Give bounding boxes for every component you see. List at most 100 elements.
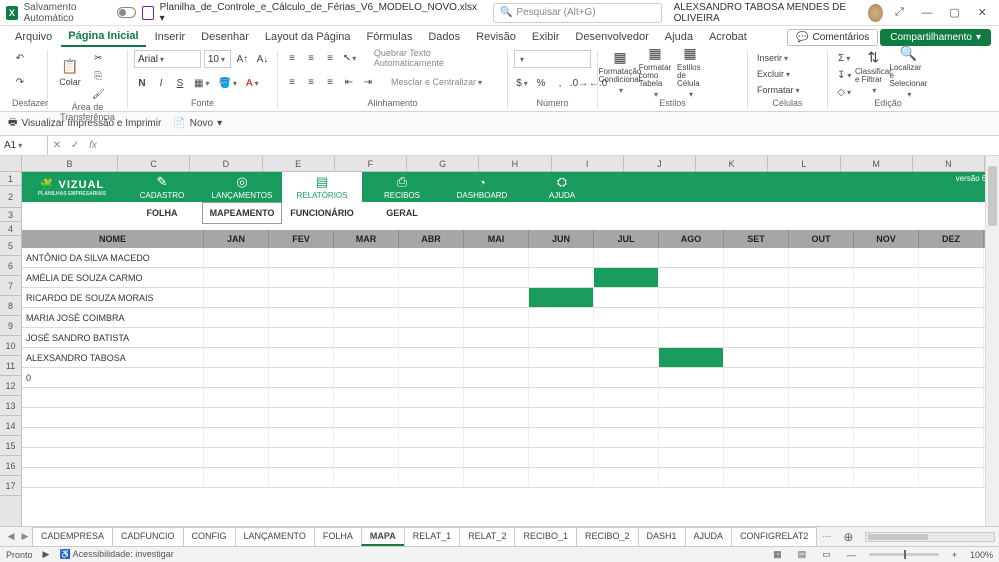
tab-desenvolvedor[interactable]: Desenvolvedor xyxy=(568,28,655,46)
col-header-H[interactable]: H xyxy=(479,156,551,171)
col-header-G[interactable]: G xyxy=(407,156,479,171)
cell-ago[interactable] xyxy=(659,248,724,267)
align-right-button[interactable]: ≡ xyxy=(322,74,338,90)
cell-jun[interactable] xyxy=(529,288,594,307)
bold-button[interactable]: N xyxy=(134,75,150,91)
align-middle-button[interactable]: ≡ xyxy=(303,50,319,66)
cell-set[interactable] xyxy=(724,288,789,307)
cell-jul[interactable] xyxy=(594,328,659,347)
conditional-format-button[interactable]: ▦Formatação Condicional xyxy=(604,50,636,94)
font-color-button[interactable]: A xyxy=(243,75,262,91)
row-header-14[interactable]: 14 xyxy=(0,416,21,436)
view-page-icon[interactable]: ▤ xyxy=(795,549,810,560)
cell-jan[interactable] xyxy=(204,348,269,367)
cell-mar[interactable] xyxy=(334,268,399,287)
cell-out[interactable] xyxy=(789,368,854,387)
zoom-level[interactable]: 100% xyxy=(970,550,993,560)
cell-jun[interactable] xyxy=(529,248,594,267)
row-header-11[interactable]: 11 xyxy=(0,356,21,376)
status-accessibility[interactable]: ♿ Acessibilidade: investigar xyxy=(59,549,173,560)
view-normal-icon[interactable]: ▦ xyxy=(770,549,785,560)
sheet-nav-next[interactable]: ▶ xyxy=(18,531,32,542)
sheet-tab-recibo_1[interactable]: RECIBO_1 xyxy=(514,527,577,546)
cell-mar[interactable] xyxy=(334,368,399,387)
comments-button[interactable]: 💬 Comentários xyxy=(787,29,878,46)
cell-out[interactable] xyxy=(789,308,854,327)
col-header-F[interactable]: F xyxy=(335,156,407,171)
cell-mai[interactable] xyxy=(464,328,529,347)
cell-abr[interactable] xyxy=(399,368,464,387)
cell-fev[interactable] xyxy=(269,368,334,387)
cell-fev[interactable] xyxy=(269,328,334,347)
cell-nov[interactable] xyxy=(854,248,919,267)
copy-button[interactable]: ⎘ xyxy=(89,68,108,84)
cell-dez[interactable] xyxy=(919,288,984,307)
cell-dez[interactable] xyxy=(919,308,984,327)
row-header-8[interactable]: 8 xyxy=(0,296,21,316)
subnav-folha[interactable]: FOLHA xyxy=(122,202,202,224)
inc-decimal-button[interactable]: .0→ xyxy=(571,75,587,91)
underline-button[interactable]: S xyxy=(172,75,188,91)
tab-arquivo[interactable]: Arquivo xyxy=(8,28,59,46)
autosave-toggle[interactable] xyxy=(117,7,136,18)
nav-cadastro[interactable]: ✎CADASTRO xyxy=(122,172,202,202)
zoom-out-button[interactable]: — xyxy=(844,550,859,560)
select-all-corner[interactable] xyxy=(0,156,22,171)
number-format-select[interactable] xyxy=(514,50,591,68)
cell-styles-button[interactable]: ▦Estilos de Célula xyxy=(674,50,706,94)
insert-cells-button[interactable]: Inserir xyxy=(754,50,791,66)
find-select-button[interactable]: 🔍Localizar e Selecionar xyxy=(892,50,924,94)
cell-fev[interactable] xyxy=(269,288,334,307)
col-header-D[interactable]: D xyxy=(190,156,262,171)
sheet-tab-config[interactable]: CONFIG xyxy=(183,527,236,546)
cell-abr[interactable] xyxy=(399,308,464,327)
col-header-K[interactable]: K xyxy=(696,156,768,171)
nav-relatórios[interactable]: ▤RELATÓRIOS xyxy=(282,172,362,202)
tab-inserir[interactable]: Inserir xyxy=(148,28,193,46)
cell-out[interactable] xyxy=(789,348,854,367)
cell-abr[interactable] xyxy=(399,328,464,347)
tab-página-inicial[interactable]: Página Inicial xyxy=(61,27,145,47)
cell-jun[interactable] xyxy=(529,268,594,287)
col-header-B[interactable]: B xyxy=(22,156,118,171)
row-header-4[interactable]: 4 xyxy=(0,222,21,236)
col-header-M[interactable]: M xyxy=(841,156,913,171)
cell-mar[interactable] xyxy=(334,308,399,327)
cell-set[interactable] xyxy=(724,328,789,347)
row-header-17[interactable]: 17 xyxy=(0,476,21,496)
italic-button[interactable]: I xyxy=(153,75,169,91)
cell-set[interactable] xyxy=(724,348,789,367)
cell-jul[interactable] xyxy=(594,268,659,287)
row-header-5[interactable]: 5 xyxy=(0,236,21,256)
redo-button[interactable]: ↷ xyxy=(12,74,28,90)
cell-jul[interactable] xyxy=(594,348,659,367)
cell-dez[interactable] xyxy=(919,348,984,367)
cut-button[interactable]: ✂ xyxy=(89,50,108,66)
cell-dez[interactable] xyxy=(919,268,984,287)
row-header-13[interactable]: 13 xyxy=(0,396,21,416)
cell-nov[interactable] xyxy=(854,328,919,347)
sheet-nav-prev[interactable]: ◀ xyxy=(4,531,18,542)
fill-color-button[interactable]: 🪣 xyxy=(215,75,239,91)
col-header-L[interactable]: L xyxy=(768,156,840,171)
cell-mar[interactable] xyxy=(334,328,399,347)
cell-jan[interactable] xyxy=(204,288,269,307)
ribbon-mode-icon[interactable]: ⤢ xyxy=(889,3,911,23)
increase-font-button[interactable]: A↑ xyxy=(234,51,251,67)
sheet-tab-relat_2[interactable]: RELAT_2 xyxy=(459,527,515,546)
cell-jul[interactable] xyxy=(594,288,659,307)
cell-jun[interactable] xyxy=(529,328,594,347)
zoom-slider[interactable] xyxy=(869,553,939,556)
cell-jul[interactable] xyxy=(594,368,659,387)
sheet-tab-ajuda[interactable]: AJUDA xyxy=(685,527,733,546)
minimize-button[interactable]: — xyxy=(916,3,938,23)
cell-mai[interactable] xyxy=(464,268,529,287)
col-header-N[interactable]: N xyxy=(913,156,985,171)
cell-fev[interactable] xyxy=(269,308,334,327)
subnav-funcionário[interactable]: FUNCIONÁRIO xyxy=(282,202,362,224)
font-name-select[interactable]: Arial xyxy=(134,50,201,68)
sheet-tab-cadempresa[interactable]: CADEMPRESA xyxy=(32,527,113,546)
cell-mai[interactable] xyxy=(464,308,529,327)
worksheet-grid[interactable]: 🧩 VIZUAL PLANILHAS EMPRESARIAIS ✎CADASTR… xyxy=(22,172,999,526)
cell-mar[interactable] xyxy=(334,348,399,367)
